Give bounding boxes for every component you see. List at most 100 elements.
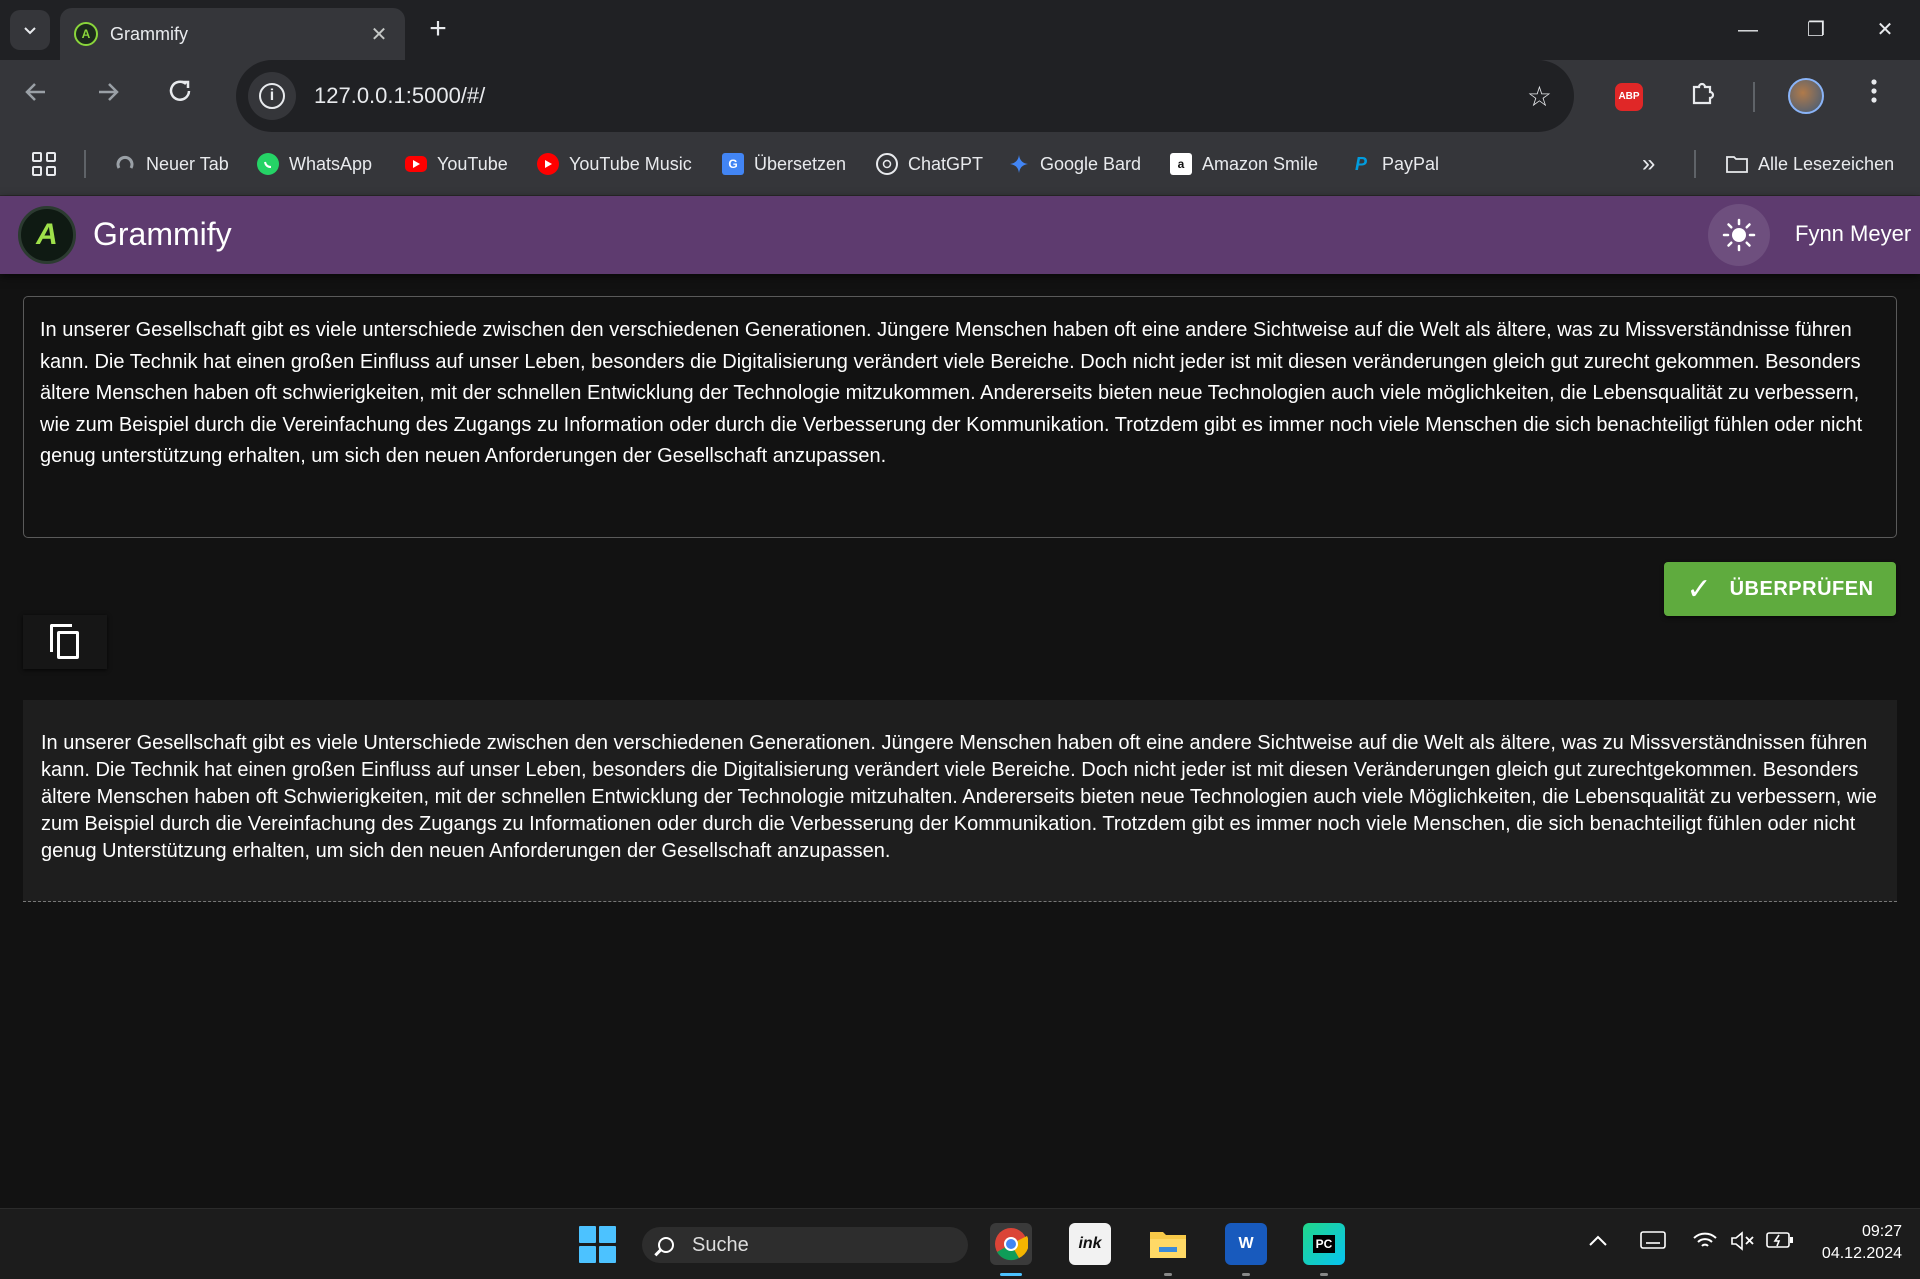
whatsapp-icon: [257, 153, 279, 175]
pycharm-icon[interactable]: PC: [1303, 1223, 1345, 1265]
paypal-icon: P: [1354, 153, 1367, 174]
app-header: A Grammify Fynn Meyer: [0, 196, 1920, 274]
taskbar-search[interactable]: Suche: [642, 1227, 968, 1263]
bookmark-paypal[interactable]: P PayPal: [1350, 150, 1439, 178]
bookmark-label: Neuer Tab: [146, 153, 229, 174]
reload-icon: [169, 80, 191, 101]
user-name[interactable]: Fynn Meyer: [1795, 221, 1911, 247]
bookmark-chatgpt[interactable]: ChatGPT: [876, 150, 983, 178]
tab-close-icon[interactable]: ✕: [367, 22, 391, 47]
app-title: Grammify: [93, 216, 232, 252]
new-tab-button[interactable]: +: [422, 14, 454, 46]
inkscape-icon[interactable]: ink: [1069, 1223, 1111, 1265]
start-button[interactable]: [576, 1223, 618, 1265]
bookmark-label: Übersetzen: [754, 153, 847, 174]
bookmark-whatsapp[interactable]: WhatsApp: [257, 150, 372, 178]
site-info-button[interactable]: i: [248, 72, 296, 120]
all-bookmarks-label: Alle Lesezeichen: [1758, 153, 1895, 174]
volume-muted-icon[interactable]: [1730, 1231, 1756, 1257]
pycharm-running-indicator: [1320, 1273, 1328, 1276]
bookmark-youtube-music[interactable]: YouTube Music: [537, 150, 692, 178]
amazon-icon: a: [1170, 153, 1192, 175]
all-bookmarks-button[interactable]: Alle Lesezeichen: [1726, 150, 1894, 178]
translate-icon: G: [722, 153, 744, 175]
file-explorer-icon[interactable]: [1147, 1223, 1189, 1265]
word-running-indicator: [1242, 1273, 1250, 1276]
bookmark-youtube[interactable]: YouTube: [405, 150, 508, 178]
check-button-label: ÜBERPRÜFEN: [1729, 577, 1874, 600]
bookmark-label: Google Bard: [1040, 153, 1142, 174]
bookmark-label: YouTube: [437, 153, 508, 174]
copy-icon: [50, 624, 80, 660]
bookmark-label: ChatGPT: [908, 153, 984, 174]
youtube-music-icon: [537, 153, 559, 175]
corrected-text-output: In unserer Gesellschaft gibt es viele Un…: [23, 700, 1897, 902]
bookmark-uebersetzen[interactable]: G Übersetzen: [722, 150, 846, 178]
minimize-button[interactable]: —: [1723, 10, 1773, 50]
back-button[interactable]: [14, 74, 58, 118]
extensions-puzzle-icon[interactable]: [1688, 78, 1718, 116]
address-bar[interactable]: i 127.0.0.1:5000/#/ ☆: [236, 60, 1574, 132]
url-text[interactable]: 127.0.0.1:5000/#/: [314, 83, 1527, 109]
tab-search-button[interactable]: [10, 10, 50, 50]
text-input-area[interactable]: In unserer Gesellschaft gibt es viele un…: [23, 296, 1897, 538]
reload-button[interactable]: [158, 74, 202, 118]
checkmark-icon: ✓: [1686, 572, 1712, 606]
browser-toolbar: i 127.0.0.1:5000/#/ ☆ ABP: [0, 60, 1920, 132]
chrome-icon[interactable]: [990, 1223, 1032, 1265]
clock-time: 09:27: [1861, 1223, 1902, 1240]
grammify-logo: A: [18, 206, 76, 264]
check-button[interactable]: ✓ ÜBERPRÜFEN: [1664, 562, 1896, 616]
bard-icon: [1008, 153, 1030, 175]
keyboard-icon[interactable]: [1640, 1231, 1666, 1255]
windows-taskbar: Suche ink W PC 09:27 04.12.2024: [0, 1208, 1920, 1279]
chrome-active-indicator: [1000, 1273, 1022, 1276]
output-text: In unserer Gesellschaft gibt es viele Un…: [41, 732, 1877, 862]
chevron-down-icon: [24, 27, 36, 35]
profile-avatar[interactable]: [1788, 78, 1824, 114]
grammify-favicon-icon: A: [74, 22, 98, 46]
bookmark-label: YouTube Music: [569, 153, 692, 174]
bookmark-label: WhatsApp: [289, 153, 373, 174]
arrow-right-icon: [99, 83, 119, 101]
restore-button[interactable]: ❐: [1791, 10, 1841, 50]
bookmarks-divider: [84, 150, 86, 178]
sun-icon: [1722, 218, 1756, 252]
bookmark-label: PayPal: [1382, 153, 1440, 174]
word-icon[interactable]: W: [1225, 1223, 1267, 1265]
bookmark-label: Amazon Smile: [1202, 153, 1319, 174]
bookmark-star-icon[interactable]: ☆: [1527, 80, 1552, 113]
bookmarks-divider: [1694, 150, 1696, 178]
explorer-running-indicator: [1164, 1273, 1172, 1276]
chatgpt-icon: [876, 153, 898, 175]
browser-tabstrip: A Grammify ✕ + — ❐ ✕: [0, 0, 1920, 60]
toolbar-divider: [1753, 82, 1755, 112]
adblock-extension-icon[interactable]: ABP: [1615, 83, 1643, 111]
arrow-left-icon: [25, 83, 45, 101]
copy-button[interactable]: [23, 615, 107, 669]
forward-button[interactable]: [86, 74, 130, 118]
wifi-icon[interactable]: [1692, 1231, 1718, 1257]
apps-grid-icon[interactable]: [32, 152, 56, 176]
battery-icon[interactable]: [1766, 1231, 1794, 1255]
input-text[interactable]: In unserer Gesellschaft gibt es viele un…: [40, 315, 1880, 473]
globe-icon: [114, 153, 136, 175]
bookmark-amazon-smile[interactable]: a Amazon Smile: [1170, 150, 1318, 178]
system-clock[interactable]: 09:27 04.12.2024: [1810, 1221, 1902, 1265]
youtube-icon: [405, 156, 427, 172]
bookmark-google-bard[interactable]: Google Bard: [1008, 150, 1141, 178]
clock-date: 04.12.2024: [1821, 1245, 1902, 1262]
bookmarks-overflow-icon[interactable]: »: [1642, 150, 1655, 178]
windows-logo-icon: [578, 1225, 616, 1263]
tray-overflow-chevron-icon[interactable]: [1588, 1231, 1608, 1254]
search-label: Suche: [692, 1233, 749, 1256]
close-window-button[interactable]: ✕: [1860, 10, 1910, 50]
browser-menu-icon[interactable]: [1870, 76, 1878, 114]
theme-toggle-button[interactable]: [1708, 204, 1770, 266]
info-icon: i: [259, 83, 285, 109]
tab-title: Grammify: [110, 23, 188, 44]
folder-icon: [1726, 153, 1748, 175]
bookmark-neuer-tab[interactable]: Neuer Tab: [114, 150, 229, 178]
search-icon: [658, 1237, 674, 1253]
tab-grammify[interactable]: A Grammify ✕: [60, 8, 405, 60]
